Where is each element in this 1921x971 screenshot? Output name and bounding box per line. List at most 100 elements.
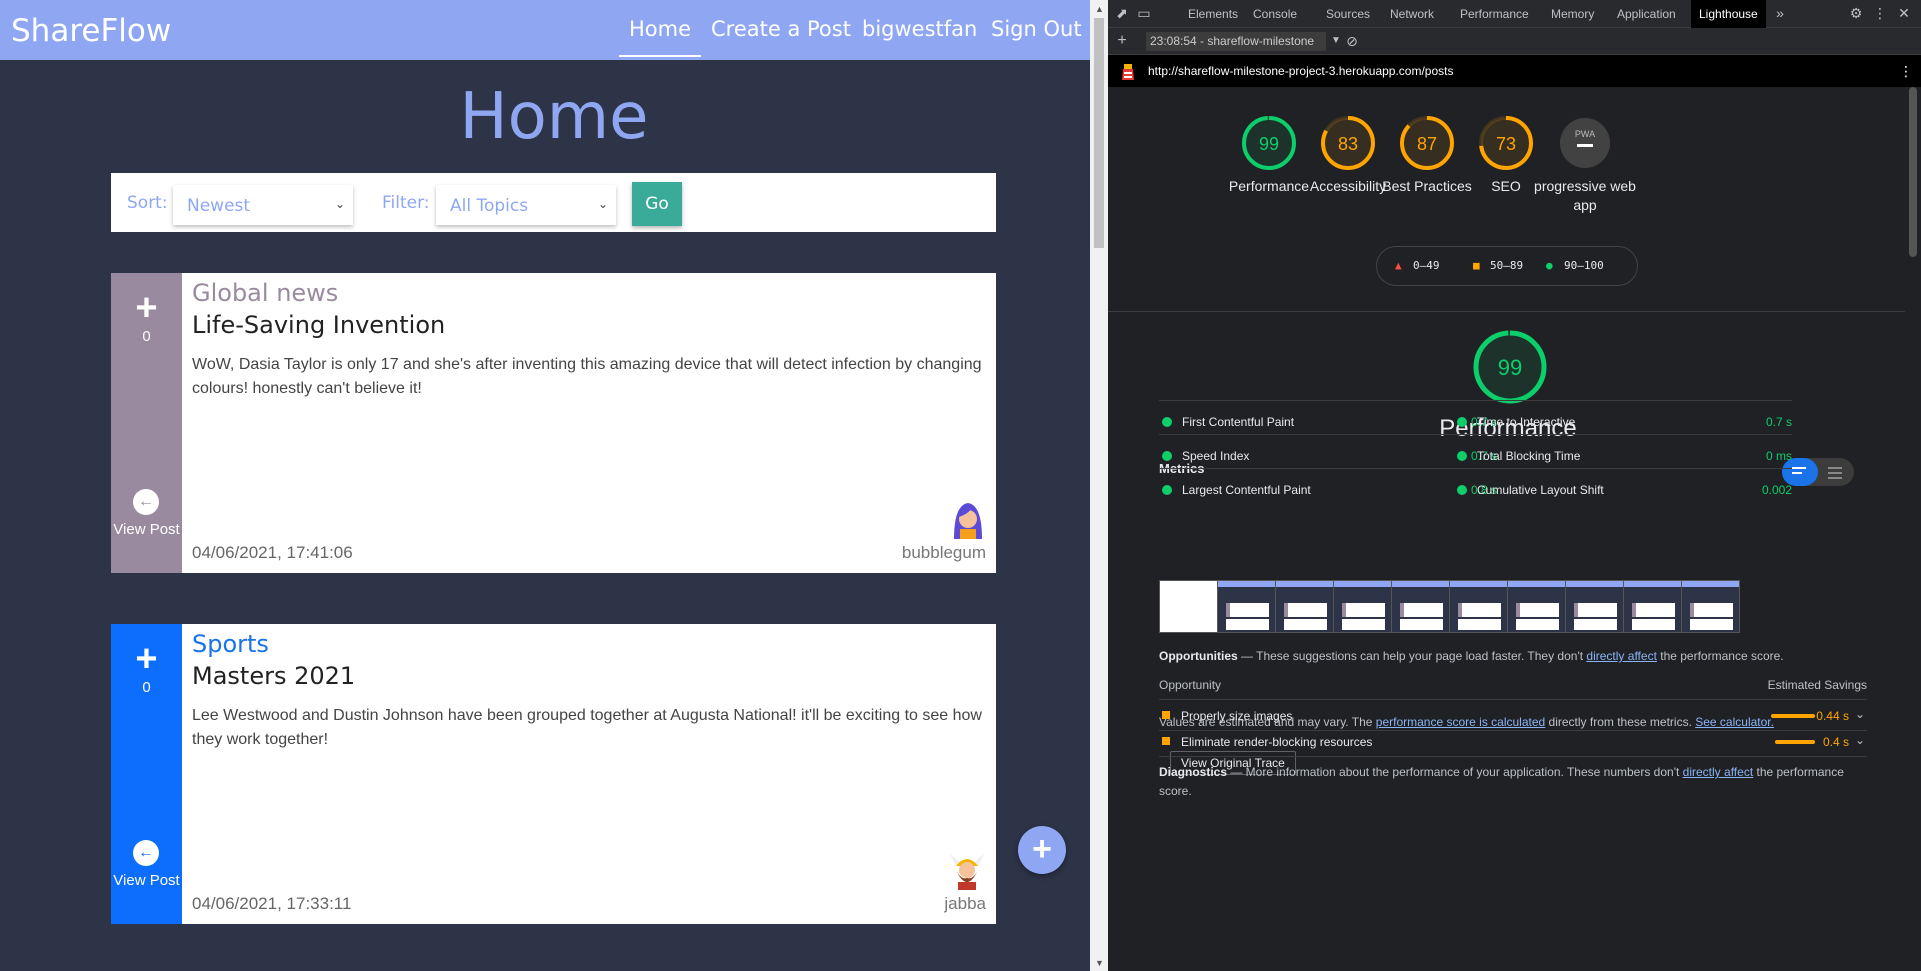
opportunity-row[interactable]: Eliminate render-blocking resources 0.4 s… (1159, 726, 1867, 757)
chevron-down-icon[interactable]: ▼ (1328, 33, 1344, 49)
shareflow-app: ShareFlow Home Create a Post bigwestfan … (0, 0, 1090, 971)
tab-console[interactable]: Console (1253, 7, 1297, 21)
post-vote-sidebar: + 0 ← View Post (111, 273, 182, 573)
chevron-down-icon[interactable]: ⌄ (1855, 707, 1865, 721)
nav-create-post[interactable]: Create a Post (711, 17, 851, 41)
navbar: ShareFlow Home Create a Post bigwestfan … (0, 0, 1090, 60)
savings-bar (1771, 714, 1815, 718)
metric-name: Time to Interactive (1477, 415, 1576, 429)
metric-name: Speed Index (1182, 449, 1250, 463)
nav-sign-out[interactable]: Sign Out (991, 17, 1082, 41)
create-post-fab-plus-icon[interactable]: + (1018, 826, 1066, 874)
col-opportunity: Opportunity (1159, 678, 1222, 692)
filmstrip-frame (1217, 580, 1276, 633)
tab-elements[interactable]: Elements (1188, 7, 1238, 21)
arrow-left-circle-icon[interactable]: ← (133, 840, 159, 866)
metrics-view-toggle[interactable] (1782, 458, 1854, 486)
tab-performance[interactable]: Performance (1460, 7, 1529, 21)
post-title: Masters 2021 (192, 662, 356, 690)
close-icon[interactable]: ✕ (1896, 5, 1912, 21)
chevron-down-icon[interactable]: ⌄ (1855, 733, 1865, 747)
post-date: 04/06/2021, 17:41:06 (192, 543, 353, 562)
directly-affect-link[interactable]: directly affect (1683, 765, 1753, 779)
view-post-link[interactable]: View Post (111, 872, 182, 889)
post-body: WoW, Dasia Taylor is only 17 and she's a… (192, 356, 982, 397)
green-circle-icon (1457, 451, 1467, 461)
post-title: Life-Saving Invention (192, 311, 446, 339)
page-title: Home (459, 80, 649, 154)
arrow-left-circle-icon[interactable]: ← (133, 489, 159, 515)
orange-square-icon: ■ (1473, 259, 1480, 272)
more-tabs-chevron-icon[interactable]: » (1772, 5, 1788, 21)
filmstrip-frame (1449, 580, 1508, 633)
diagnostics-title: Diagnostics (1159, 765, 1228, 779)
metric-row: Largest Contentful Paint 0.8 s (1159, 468, 1497, 510)
gauge-label: progressive web app (1534, 178, 1636, 213)
green-circle-icon (1457, 417, 1467, 427)
filter-select-value: All Topics (450, 196, 529, 216)
lighthouse-scrollbar[interactable] (1905, 87, 1921, 971)
sort-filter-bar: Sort: Newest ⌄ Filter: All Topics ⌄ Go (111, 173, 996, 232)
girl-avatar-icon (954, 503, 982, 539)
post-author[interactable]: bubblegum (902, 543, 986, 563)
sort-select[interactable]: Newest ⌄ (173, 185, 353, 225)
scrollbar-thumb[interactable] (1094, 18, 1104, 248)
orange-square-icon (1162, 711, 1170, 719)
performance-score: 99 (1498, 355, 1522, 380)
orange-square-icon (1162, 737, 1170, 745)
device-toolbar-icon[interactable]: ▭ (1136, 5, 1152, 21)
green-circle-icon (1162, 451, 1172, 461)
savings-bar (1775, 740, 1815, 744)
report-select[interactable]: 23:08:54 - shareflow-milestone (1146, 32, 1326, 51)
scrollbar-thumb[interactable] (1909, 87, 1917, 257)
chevron-down-icon: ⌄ (597, 197, 608, 211)
green-circle-icon (1457, 485, 1467, 495)
scroll-down-arrow-icon[interactable]: ▼ (1095, 958, 1104, 968)
section-divider (1108, 311, 1905, 312)
tab-lighthouse[interactable]: Lighthouse (1691, 0, 1766, 28)
post-date: 04/06/2021, 17:33:11 (192, 894, 352, 913)
tab-memory[interactable]: Memory (1551, 7, 1594, 21)
green-circle-icon: ● (1546, 259, 1553, 272)
gear-icon[interactable]: ⚙ (1848, 5, 1864, 21)
legend-pass: 90–100 (1564, 259, 1604, 272)
app-scrollbar[interactable]: ▲ ▼ (1090, 0, 1108, 971)
report-url[interactable]: http://shareflow-milestone-project-3.her… (1148, 64, 1453, 78)
metric-name: First Contentful Paint (1182, 415, 1295, 429)
upvote-plus-icon[interactable]: + (111, 289, 182, 327)
upvote-plus-icon[interactable]: + (111, 640, 182, 678)
red-triangle-icon: ▲ (1395, 259, 1402, 272)
diagnostics-heading: Diagnostics — More information about the… (1159, 763, 1879, 801)
add-report-plus-icon[interactable]: + (1114, 33, 1130, 49)
filmstrip-frame (1565, 580, 1624, 633)
tab-sources[interactable]: Sources (1326, 7, 1370, 21)
go-button[interactable]: Go (632, 182, 682, 226)
vote-count: 0 (142, 328, 151, 345)
tab-application[interactable]: Application (1617, 7, 1676, 21)
metric-name: Cumulative Layout Shift (1477, 483, 1604, 497)
nav-profile[interactable]: bigwestfan (862, 17, 977, 41)
scroll-up-arrow-icon[interactable]: ▲ (1095, 4, 1104, 14)
clear-block-icon[interactable]: ⊘ (1344, 33, 1360, 49)
post-card: + 0 ← View Post Global news Life-Saving … (111, 273, 996, 573)
devtools-panel: ⬈ ▭ Elements Console Sources Network Per… (1108, 0, 1921, 971)
tab-network[interactable]: Network (1390, 7, 1434, 21)
filmstrip-frame (1681, 580, 1740, 633)
kebab-menu-icon[interactable]: ⋮ (1872, 5, 1888, 21)
directly-affect-link[interactable]: directly affect (1586, 649, 1656, 663)
post-vote-sidebar: + 0 ← View Post (111, 624, 182, 924)
opportunity-name: Properly size images (1181, 709, 1293, 723)
view-post-link[interactable]: View Post (111, 521, 182, 538)
kebab-menu-icon[interactable]: ⋮ (1898, 63, 1914, 79)
post-author[interactable]: jabba (944, 894, 986, 914)
gauge-ring: PWA (1560, 118, 1610, 168)
filmstrip-frame (1275, 580, 1334, 633)
savings-value: 0.4 s (1822, 735, 1849, 749)
gauge-progressive-web-app[interactable]: PWA progressive web app (1525, 113, 1645, 215)
filter-select[interactable]: All Topics ⌄ (436, 185, 616, 225)
inspect-element-icon[interactable]: ⬈ (1114, 5, 1130, 21)
brand-logo[interactable]: ShareFlow (11, 13, 171, 49)
opportunities-desc: the performance score. (1656, 649, 1784, 663)
opportunities-table-header: Opportunity Estimated Savings (1159, 678, 1867, 700)
nav-home[interactable]: Home (629, 17, 691, 41)
